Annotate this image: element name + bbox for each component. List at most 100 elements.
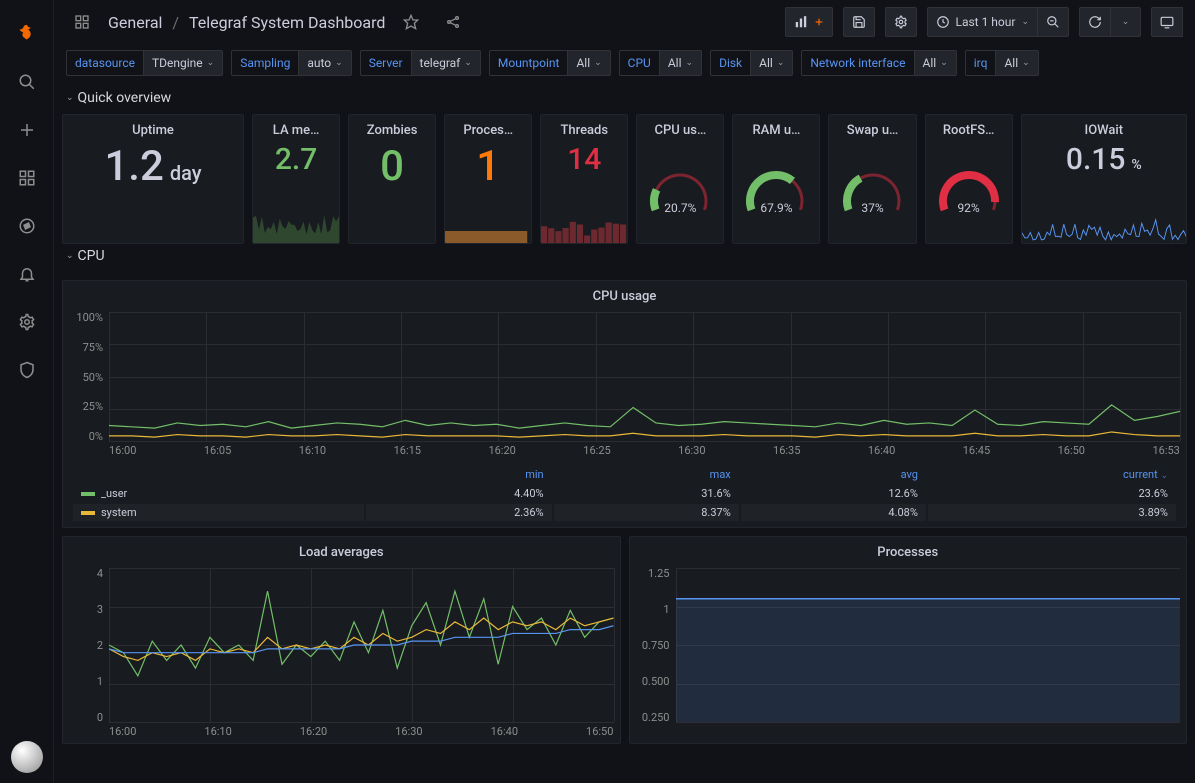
- variable-label: Network interface: [801, 50, 913, 76]
- share-icon[interactable]: [437, 6, 469, 38]
- y-tick: 100%: [63, 312, 103, 323]
- variable-dropdown[interactable]: All ⌄: [567, 50, 610, 76]
- alerting-icon[interactable]: [11, 258, 43, 290]
- x-tick: 16:30: [395, 725, 422, 743]
- stat-panel-ram[interactable]: RAM u…67.9%: [732, 114, 820, 244]
- time-picker-label: Last 1 hour: [956, 15, 1016, 29]
- variable-label: datasource: [66, 50, 143, 76]
- y-tick: 2: [63, 640, 103, 651]
- y-tick: 0.500: [630, 676, 670, 687]
- panel-load-averages: Load averages 4321016:0016:1016:2016:301…: [62, 536, 621, 744]
- add-panel-button[interactable]: [785, 7, 833, 37]
- y-tick: 0: [63, 712, 103, 723]
- y-tick: 50%: [63, 372, 103, 383]
- dashboard-topbar: General / Telegraf System Dashboard Last…: [54, 0, 1195, 44]
- row-cpu-toggle[interactable]: ⌄ CPU: [54, 244, 1195, 272]
- panel-title: RootFS…: [926, 115, 1012, 142]
- panel-title: Threads: [541, 115, 627, 142]
- x-tick: 16:30: [678, 444, 705, 462]
- dashboard-grid-icon[interactable]: [66, 6, 98, 38]
- stat-panel-processes[interactable]: Proces…1: [444, 114, 532, 244]
- y-tick: 1: [63, 676, 103, 687]
- stat-panel-cpu[interactable]: CPU us…20.7%: [636, 114, 724, 244]
- stat-panel-swap[interactable]: Swap u…37%: [828, 114, 916, 244]
- star-icon[interactable]: [395, 6, 427, 38]
- row-title-label: Quick overview: [78, 90, 172, 106]
- legend-row[interactable]: _user4.40%31.6%12.6%23.6%: [73, 485, 1176, 502]
- variable-dropdown[interactable]: auto ⌄: [298, 50, 351, 76]
- legend-col-min[interactable]: min: [366, 466, 551, 483]
- time-picker-button[interactable]: Last 1 hour ⌄: [927, 7, 1039, 37]
- y-tick: 1.25: [630, 568, 670, 579]
- variable-dropdown[interactable]: TDengine ⌄: [143, 50, 223, 76]
- user-avatar[interactable]: [11, 741, 43, 773]
- variable-dropdown[interactable]: All ⌄: [750, 50, 793, 76]
- dashboard-settings-button[interactable]: [885, 7, 917, 37]
- y-tick: 1: [630, 604, 670, 615]
- legend-col-current[interactable]: current ⌄: [928, 466, 1176, 483]
- x-tick: 16:40: [491, 725, 518, 743]
- settings-gear-icon[interactable]: [11, 306, 43, 338]
- variable-label: Disk: [710, 50, 750, 76]
- variable-datasource: datasourceTDengine ⌄: [66, 50, 223, 76]
- variable-dropdown[interactable]: All ⌄: [995, 50, 1038, 76]
- legend-col-max[interactable]: max: [554, 466, 739, 483]
- stat-panel-zombies[interactable]: Zombies0: [348, 114, 436, 244]
- plus-icon[interactable]: [11, 114, 43, 146]
- variable-dropdown[interactable]: All ⌄: [914, 50, 957, 76]
- shield-icon[interactable]: [11, 354, 43, 386]
- y-tick: 4: [63, 568, 103, 579]
- variable-cpu: CPUAll ⌄: [619, 50, 702, 76]
- refresh-interval-button[interactable]: ⌄: [1111, 7, 1141, 37]
- x-tick: 16:20: [300, 725, 327, 743]
- panel-title: Proces…: [445, 115, 531, 142]
- save-dashboard-button[interactable]: [843, 7, 875, 37]
- stat-panel-iowait[interactable]: IOWait0.15%: [1021, 114, 1187, 244]
- variable-dropdown[interactable]: telegraf ⌄: [411, 50, 481, 76]
- x-tick: 16:20: [488, 444, 515, 462]
- stat-panel-la[interactable]: LA me…2.7: [252, 114, 340, 244]
- variable-disk: DiskAll ⌄: [710, 50, 793, 76]
- breadcrumb: General / Telegraf System Dashboard: [108, 13, 385, 32]
- x-tick: 16:25: [583, 444, 610, 462]
- x-tick: 16:35: [773, 444, 800, 462]
- panel-title: LA me…: [253, 115, 339, 142]
- grafana-logo-icon[interactable]: [11, 18, 43, 50]
- zoom-out-button[interactable]: [1038, 7, 1069, 37]
- stat-panel-uptime[interactable]: Uptime1.2day: [62, 114, 244, 244]
- panel-title: Zombies: [349, 115, 435, 142]
- x-tick: 16:50: [1058, 444, 1085, 462]
- explore-icon[interactable]: [11, 210, 43, 242]
- variable-mountpoint: MountpointAll ⌄: [489, 50, 611, 76]
- search-icon[interactable]: [11, 66, 43, 98]
- y-tick: 0.250: [630, 712, 670, 723]
- dashboards-icon[interactable]: [11, 162, 43, 194]
- breadcrumb-separator: /: [172, 13, 179, 32]
- x-tick: 16:15: [394, 444, 421, 462]
- panel-title: CPU usage: [63, 281, 1186, 312]
- breadcrumb-folder[interactable]: General: [108, 13, 162, 32]
- x-tick: 16:05: [204, 444, 231, 462]
- refresh-button[interactable]: [1079, 7, 1111, 37]
- quick-overview-panels: Uptime1.2dayLA me…2.7Zombies0Proces…1Thr…: [54, 114, 1195, 244]
- stat-panel-threads[interactable]: Threads14: [540, 114, 628, 244]
- panel-title: Uptime: [63, 115, 243, 142]
- legend-col-avg[interactable]: avg: [741, 466, 926, 483]
- variable-network-interface: Network interfaceAll ⌄: [801, 50, 956, 76]
- variable-dropdown[interactable]: All ⌄: [659, 50, 702, 76]
- panel-title: Processes: [630, 537, 1187, 568]
- legend-row[interactable]: system2.36%8.37%4.08%3.89%: [73, 504, 1176, 521]
- y-tick: 75%: [63, 342, 103, 353]
- row-quick-overview-toggle[interactable]: ⌄ Quick overview: [54, 86, 1195, 114]
- variable-label: CPU: [619, 50, 659, 76]
- y-tick: 0%: [63, 431, 103, 442]
- x-tick: 16:00: [109, 725, 136, 743]
- y-tick: 0.750: [630, 640, 670, 651]
- stat-panel-rootfs[interactable]: RootFS…92%: [925, 114, 1013, 244]
- cpu-legend-table: minmaxavgcurrent ⌄ _user4.40%31.6%12.6%23…: [63, 462, 1186, 527]
- panel-processes: Processes 1.25 1 0.750 0.500 0.250: [629, 536, 1188, 744]
- tv-mode-button[interactable]: [1151, 7, 1183, 37]
- breadcrumb-title[interactable]: Telegraf System Dashboard: [189, 13, 385, 32]
- variable-server: Servertelegraf ⌄: [360, 50, 481, 76]
- x-tick: 16:40: [868, 444, 895, 462]
